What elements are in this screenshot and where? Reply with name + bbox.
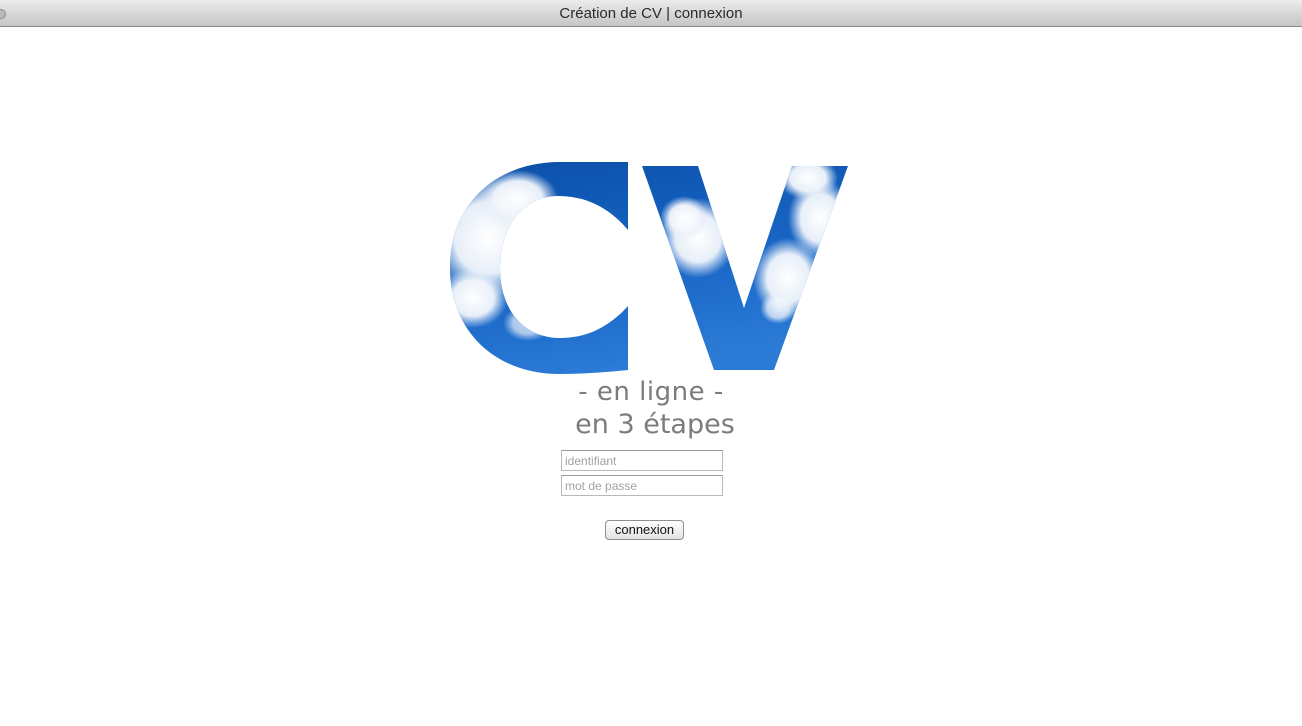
username-input[interactable] xyxy=(561,450,723,471)
login-button[interactable]: connexion xyxy=(605,520,684,540)
cv-logo xyxy=(450,162,848,374)
tagline-online: - en ligne - xyxy=(578,377,724,407)
window-titlebar: Création de CV | connexion xyxy=(0,0,1302,27)
browser-window: Création de CV | connexion - en ligne - … xyxy=(0,0,1302,726)
password-input[interactable] xyxy=(561,475,723,496)
window-title: Création de CV | connexion xyxy=(559,5,743,22)
sky-texture xyxy=(450,162,848,374)
window-control-icon[interactable] xyxy=(0,9,6,19)
tagline-three-steps: en 3 étapes xyxy=(575,409,735,440)
